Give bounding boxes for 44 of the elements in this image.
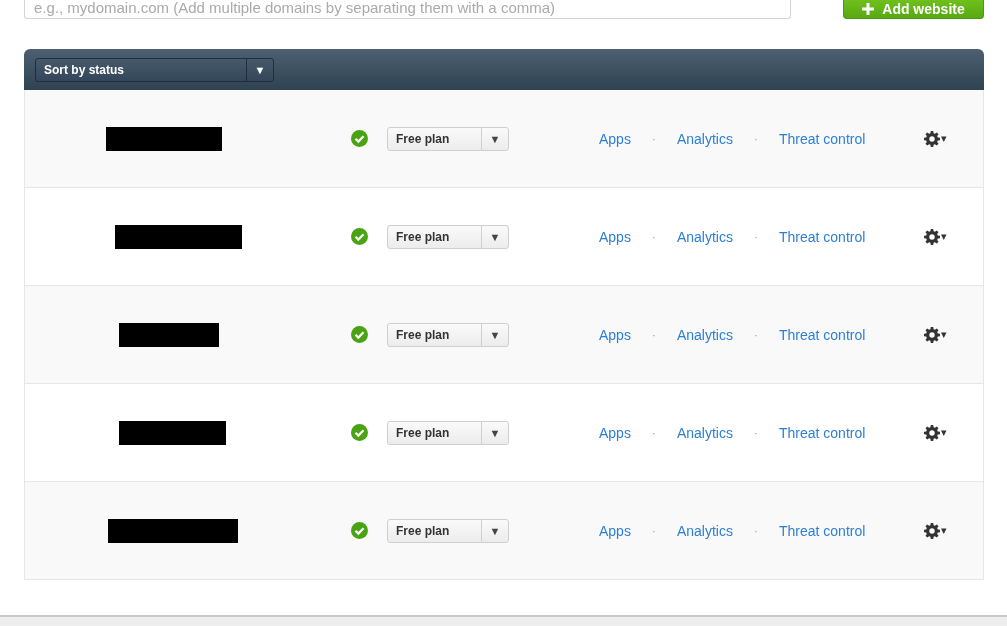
settings-icon (923, 522, 940, 539)
separator-dot: · (651, 524, 657, 537)
settings-menu-button[interactable]: ▾ (923, 228, 947, 245)
separator-dot: · (753, 524, 759, 537)
row-link[interactable]: Analytics (676, 228, 733, 245)
settings-menu-button[interactable]: ▾ (923, 522, 947, 539)
settings-menu-button[interactable]: ▾ (923, 424, 947, 441)
plan-dropdown[interactable]: Free plan ▼ (387, 322, 509, 347)
plan-dropdown[interactable]: Free plan ▼ (387, 126, 509, 151)
add-website-button[interactable]: Add website (843, 0, 984, 19)
separator-dot: · (753, 230, 759, 243)
domain-input-field[interactable]: e.g., mydomain.com (Add multiple domains by separating them with a comma) (24, 0, 791, 19)
settings-menu-button[interactable]: ▾ (923, 130, 947, 147)
row-link[interactable]: Analytics (676, 424, 733, 441)
plus-icon (862, 3, 875, 15)
row-link[interactable]: Apps (599, 424, 631, 441)
separator-dot: · (753, 328, 759, 341)
plan-dropdown[interactable]: Free plan ▼ (387, 420, 509, 445)
separator-dot: · (651, 328, 657, 341)
separator-dot: · (651, 230, 657, 243)
row-link[interactable]: Apps (599, 228, 631, 245)
separator-dot: · (753, 132, 759, 145)
settings-icon (923, 424, 940, 441)
row-link[interactable]: Analytics (676, 326, 733, 343)
row-link[interactable]: Apps (599, 522, 631, 539)
plan-dropdown[interactable]: Free plan ▼ (387, 518, 509, 543)
row-link[interactable]: Threat control (778, 130, 866, 147)
settings-icon (923, 326, 940, 343)
settings-menu-button[interactable]: ▾ (923, 326, 947, 343)
sort-dropdown[interactable]: Sort by status ▼ (35, 57, 274, 82)
row-link[interactable]: Threat control (778, 424, 866, 441)
row-link[interactable]: Apps (599, 326, 631, 343)
row-link[interactable]: Threat control (778, 228, 866, 245)
row-link[interactable]: Analytics (676, 130, 733, 147)
plan-dropdown[interactable]: Free plan ▼ (387, 224, 509, 249)
settings-icon (923, 130, 940, 147)
row-link[interactable]: Threat control (778, 326, 866, 343)
separator-dot: · (651, 426, 657, 439)
settings-icon (923, 228, 940, 245)
row-link[interactable]: Apps (599, 130, 631, 147)
separator-dot: · (651, 132, 657, 145)
row-link[interactable]: Threat control (778, 522, 866, 539)
separator-dot: · (753, 426, 759, 439)
row-link[interactable]: Analytics (676, 522, 733, 539)
